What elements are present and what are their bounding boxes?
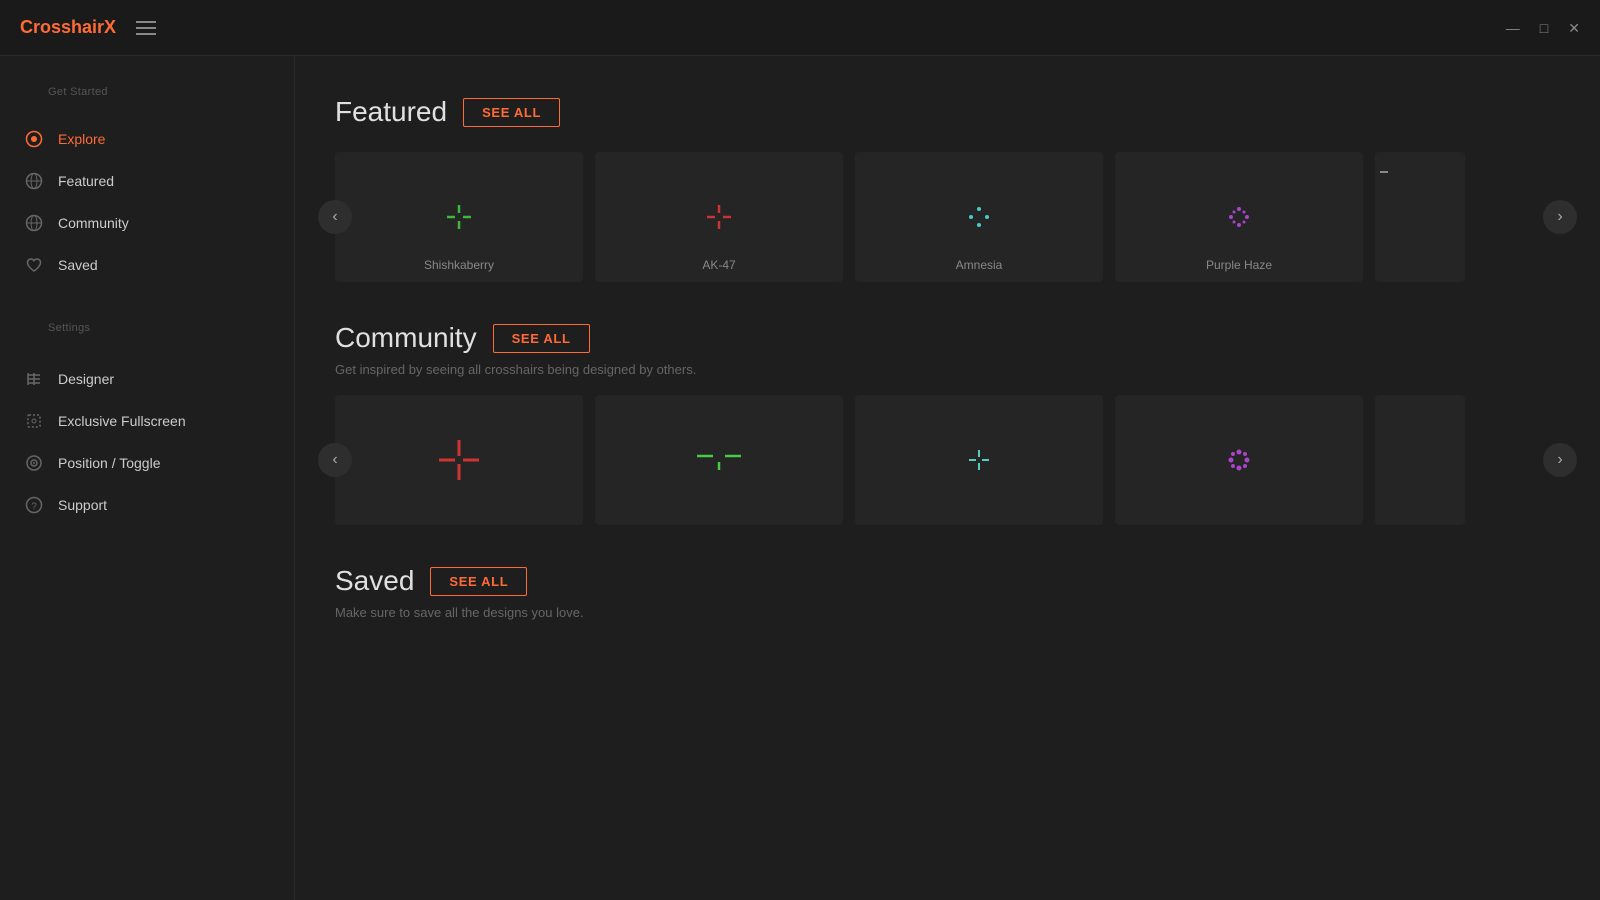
sidebar-item-label-support: Support [58,497,107,513]
sidebar-item-support[interactable]: ? Support [0,484,294,526]
community-card-3[interactable] [855,395,1103,525]
community-card-1[interactable] [335,395,583,525]
community-title: Community [335,322,477,354]
sidebar-item-label-exclusive-fullscreen: Exclusive Fullscreen [58,413,186,429]
featured-prev-button[interactable]: ‹ [318,200,352,234]
help-icon: ? [24,495,44,515]
svg-text:?: ? [31,502,37,513]
community-cards-wrapper: ‹ [335,395,1560,525]
maximize-button[interactable]: □ [1540,21,1548,35]
community-description: Get inspired by seeing all crosshairs be… [335,362,1560,377]
featured-card-amnesia[interactable]: Amnesia [855,152,1103,282]
globe2-icon [24,213,44,233]
sidebar-item-saved[interactable]: Saved [0,244,294,286]
featured-card-label-ak47: AK-47 [702,258,735,272]
heart-icon [24,255,44,275]
community-card-4[interactable] [1115,395,1363,525]
featured-see-all-button[interactable]: SEE ALL [463,98,560,127]
featured-card-purple-haze[interactable]: Purple Haze [1115,152,1363,282]
menu-button[interactable] [136,21,156,35]
globe-icon [24,171,44,191]
saved-description: Make sure to save all the designs you lo… [335,605,1560,620]
featured-cards-row: Shishkaberry AK-47 [335,152,1560,282]
crosshair-amnesia-icon [959,197,999,237]
community-section: Community SEE ALL Get inspired by seeing… [335,322,1560,525]
featured-card-label-amnesia: Amnesia [956,258,1003,272]
sidebar-item-label-explore: Explore [58,131,105,147]
app-title: CrosshairX [20,17,116,38]
minimize-button[interactable]: — [1506,21,1520,35]
featured-cards-wrapper: ‹ Shishkaberry [335,152,1560,282]
community-crosshair-2-icon [693,444,745,476]
community-next-button[interactable]: › [1543,443,1577,477]
saved-title: Saved [335,565,414,597]
crosshair-shishkaberry-icon [439,197,479,237]
hamburger-line-2 [136,27,156,29]
get-started-label: Get Started [24,86,270,110]
community-card-2[interactable] [595,395,843,525]
sidebar-item-label-featured: Featured [58,173,114,189]
saved-section: Saved SEE ALL Make sure to save all the … [335,565,1560,620]
grid-icon [24,369,44,389]
titlebar: CrosshairX — □ ✕ [0,0,1600,56]
sidebar-item-explore[interactable]: Explore [0,118,294,160]
sidebar-item-designer[interactable]: Designer [0,358,294,400]
sidebar-item-community[interactable]: Community [0,202,294,244]
sidebar: Get Started Explore Featured [0,56,295,900]
main-layout: Get Started Explore Featured [0,56,1600,900]
featured-header: Featured SEE ALL [335,96,1560,128]
community-cards-row [335,395,1560,525]
titlebar-left: CrosshairX [20,17,156,38]
community-see-all-button[interactable]: SEE ALL [493,324,590,353]
community-header: Community SEE ALL [335,322,1560,354]
fullscreen-icon [24,411,44,431]
settings-label: Settings [24,322,270,346]
crosshair-partial-icon [1375,152,1415,192]
sidebar-item-featured[interactable]: Featured [0,160,294,202]
sidebar-item-label-saved: Saved [58,257,98,273]
close-button[interactable]: ✕ [1568,21,1580,35]
saved-see-all-button[interactable]: SEE ALL [430,567,527,596]
featured-card-shishkaberry[interactable]: Shishkaberry [335,152,583,282]
sidebar-item-label-designer: Designer [58,371,114,387]
sidebar-item-exclusive-fullscreen[interactable]: Exclusive Fullscreen [0,400,294,442]
crosshair-ak47-icon [699,197,739,237]
community-crosshair-1-icon [433,434,485,486]
community-crosshair-3-icon [959,440,999,480]
featured-section: Featured SEE ALL ‹ Shish [335,96,1560,282]
community-crosshair-4-icon [1219,440,1259,480]
featured-card-ak47[interactable]: AK-47 [595,152,843,282]
hamburger-line-3 [136,33,156,35]
featured-card-label-purple-haze: Purple Haze [1206,258,1272,272]
saved-header: Saved SEE ALL [335,565,1560,597]
featured-title: Featured [335,96,447,128]
featured-card-label-shishkaberry: Shishkaberry [424,258,494,272]
hamburger-line-1 [136,21,156,23]
sidebar-item-label-community: Community [58,215,129,231]
main-content: Featured SEE ALL ‹ Shish [295,56,1600,900]
community-card-partial[interactable] [1375,395,1465,525]
featured-next-button[interactable]: › [1543,200,1577,234]
crosshair-purple-haze-icon [1219,197,1259,237]
window-controls: — □ ✕ [1506,21,1580,35]
circle-icon [24,129,44,149]
sidebar-item-position-toggle[interactable]: Position / Toggle [0,442,294,484]
sidebar-item-label-position-toggle: Position / Toggle [58,455,160,471]
target-icon [24,453,44,473]
community-prev-button[interactable]: ‹ [318,443,352,477]
featured-card-partial[interactable] [1375,152,1465,282]
